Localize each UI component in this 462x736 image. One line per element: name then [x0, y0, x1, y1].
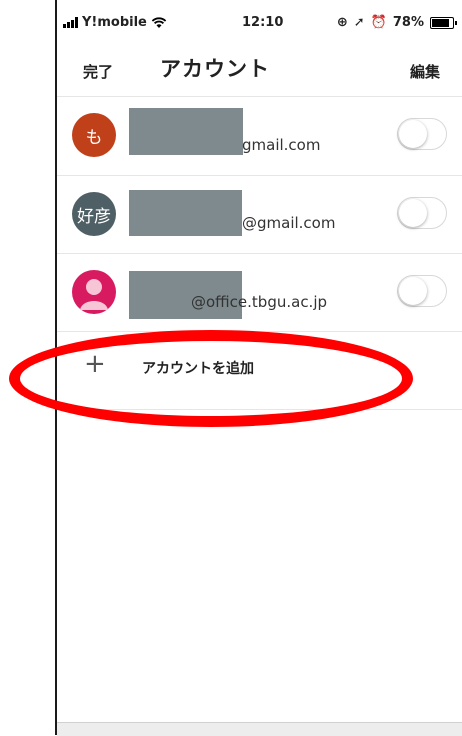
clock: 12:10	[242, 15, 284, 30]
status-bar: Y!mobile 12:10 ⊕ ➚ ⏰ 78%	[57, 0, 462, 48]
account-email: @office.tbgu.ac.jp	[191, 293, 328, 311]
account-row[interactable]: も gmail.com	[57, 97, 462, 175]
avatar	[72, 270, 116, 314]
avatar: も	[72, 113, 116, 157]
redacted-name	[129, 108, 243, 155]
status-right: ⊕ ➚ ⏰ 78%	[336, 15, 457, 30]
toggle-knob	[399, 199, 427, 227]
toggle-knob	[399, 120, 427, 148]
account-toggle[interactable]	[397, 197, 447, 229]
avatar: 好彦	[72, 192, 116, 236]
account-email: gmail.com	[242, 136, 321, 154]
toggle-knob	[399, 277, 427, 305]
done-button[interactable]: 完了	[83, 61, 113, 82]
edit-button[interactable]: 編集	[410, 61, 440, 82]
location-icon: ➚	[353, 15, 365, 30]
account-row[interactable]: @office.tbgu.ac.jp	[57, 254, 462, 332]
account-toggle[interactable]	[397, 118, 447, 150]
bottom-toolbar	[57, 722, 462, 736]
navigation-bar: 完了 アカウント 編集	[57, 48, 462, 96]
page-title: アカウント	[160, 57, 270, 81]
alarm-icon: ⏰	[370, 15, 387, 30]
wifi-icon	[151, 16, 167, 28]
account-email: @gmail.com	[242, 214, 336, 232]
carrier-name: Y!mobile	[82, 15, 147, 30]
person-icon	[80, 279, 108, 310]
status-left: Y!mobile	[63, 15, 167, 30]
account-row[interactable]: 好彦 @gmail.com	[57, 176, 462, 254]
redacted-name	[129, 190, 242, 236]
redacted-name-extension	[129, 271, 189, 319]
annotation-circle	[9, 330, 413, 427]
signal-icon	[63, 17, 78, 28]
account-toggle[interactable]	[397, 275, 447, 307]
orientation-lock-icon: ⊕	[336, 15, 348, 30]
battery-percent: 78%	[392, 15, 424, 30]
battery-icon	[430, 16, 457, 29]
